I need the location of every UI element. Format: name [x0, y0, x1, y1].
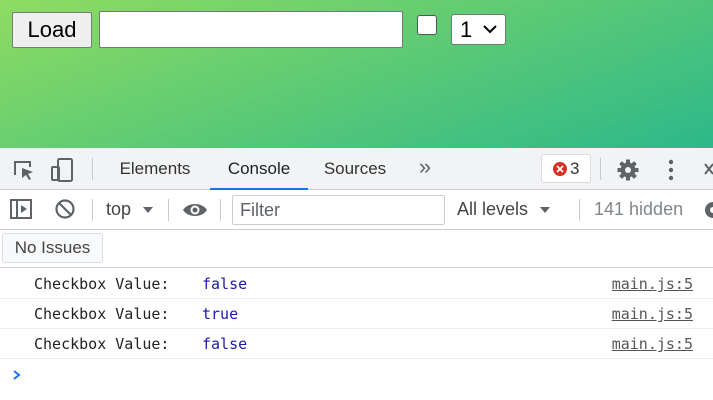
tab-sources[interactable]: Sources	[314, 148, 396, 189]
log-value: false	[202, 275, 248, 293]
select-value: 1	[460, 17, 473, 42]
log-text: Checkbox Value:	[34, 305, 170, 323]
log-value: true	[202, 305, 239, 323]
chevron-down-icon	[483, 25, 497, 34]
log-value: false	[202, 335, 248, 353]
page-viewport: Load 1	[0, 0, 713, 148]
checkbox[interactable]	[417, 15, 437, 35]
source-link[interactable]: main.js:5	[612, 335, 693, 353]
chevron-down-icon	[540, 207, 551, 214]
log-text: Checkbox Value:	[34, 275, 170, 293]
number-select[interactable]: 1	[451, 14, 506, 45]
source-link[interactable]: main.js:5	[612, 305, 693, 323]
console-message: Checkbox Value: false main.js:5	[0, 329, 713, 359]
tab-elements[interactable]: Elements	[110, 148, 200, 189]
device-toggle-icon[interactable]	[50, 157, 76, 183]
source-link[interactable]: main.js:5	[612, 275, 693, 293]
log-text: Checkbox Value:	[34, 335, 170, 353]
eye-icon[interactable]	[182, 201, 208, 219]
devtools-tabbar: Elements Console Sources » 3	[0, 148, 713, 190]
inspect-icon[interactable]	[12, 159, 36, 181]
separator	[92, 199, 93, 221]
more-tabs-button[interactable]: »	[410, 148, 440, 189]
more-vert-icon[interactable]	[661, 158, 681, 182]
error-icon	[553, 162, 567, 176]
devtools-panel: Elements Console Sources » 3 top Filter …	[0, 148, 713, 400]
tab-console[interactable]: Console	[210, 148, 308, 190]
context-label: top	[106, 199, 132, 219]
error-count-badge[interactable]: 3	[541, 154, 591, 183]
separator	[92, 158, 93, 180]
load-button[interactable]: Load	[12, 12, 92, 48]
console-toolbar: top All levels 141 hidden	[0, 190, 713, 230]
sidebar-toggle-icon[interactable]	[9, 198, 33, 220]
error-count: 3	[570, 159, 580, 178]
gear-icon[interactable]	[700, 199, 713, 221]
close-icon[interactable]	[700, 160, 713, 178]
log-levels-label: All levels	[457, 199, 529, 219]
hidden-count: 141 hidden	[594, 199, 684, 219]
filter-input[interactable]	[232, 195, 445, 225]
separator	[220, 199, 221, 221]
clear-console-icon[interactable]	[54, 198, 76, 220]
issues-bar: No Issues	[0, 230, 713, 268]
console-messages: Checkbox Value: false main.js:5 Checkbox…	[0, 269, 713, 359]
gear-icon[interactable]	[616, 158, 640, 182]
log-levels-select[interactable]: All levels	[457, 199, 551, 220]
chevron-down-icon	[143, 207, 154, 214]
issues-button[interactable]: No Issues	[2, 233, 103, 263]
console-message: Checkbox Value: true main.js:5	[0, 299, 713, 329]
context-select[interactable]: top	[106, 199, 154, 220]
separator	[600, 158, 601, 180]
console-message: Checkbox Value: false main.js:5	[0, 269, 713, 299]
prompt-chevron-icon[interactable]	[10, 368, 24, 382]
separator	[168, 199, 169, 221]
separator	[579, 199, 580, 221]
text-input[interactable]	[99, 11, 403, 48]
